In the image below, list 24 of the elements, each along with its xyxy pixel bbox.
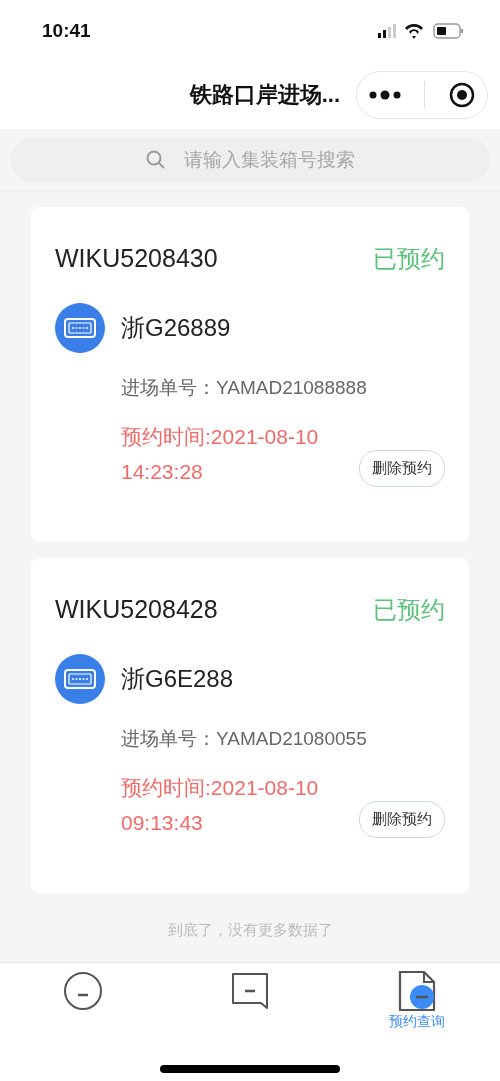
delete-button[interactable]: 删除预约 <box>359 800 445 838</box>
signal-icon <box>378 23 396 38</box>
search-icon <box>145 149 166 170</box>
order-number: 进场单号：YAMAD21088888 <box>121 375 368 400</box>
plate-icon <box>55 302 105 353</box>
page-title: 铁路口岸进场... <box>189 81 340 110</box>
booking-time: 预约时间:2021-08-10 09:13:43 <box>121 774 320 836</box>
plate-number: 浙G6E288 <box>121 663 234 694</box>
battery-icon <box>433 23 463 39</box>
booking-status: 已预约 <box>373 243 445 274</box>
delete-button[interactable]: 删除预约 <box>359 449 445 487</box>
order-number: 进场单号：YAMAD21080055 <box>121 726 368 751</box>
clock: 10:41 <box>42 19 91 42</box>
more-icon[interactable] <box>368 90 401 101</box>
container-number: WIKU5208428 <box>55 595 218 625</box>
container-number: WIKU5208430 <box>55 244 218 274</box>
plate-icon <box>55 653 105 704</box>
close-icon[interactable] <box>449 82 476 109</box>
plate-number: 浙G26889 <box>121 312 231 343</box>
booking-time: 预约时间:2021-08-10 14:23:28 <box>121 423 320 485</box>
tab-label[interactable]: 预约查询 <box>388 1012 445 1031</box>
end-note: 到底了，没有更多数据了 <box>166 919 334 940</box>
booking-status: 已预约 <box>373 594 445 625</box>
wifi-icon <box>405 23 423 39</box>
